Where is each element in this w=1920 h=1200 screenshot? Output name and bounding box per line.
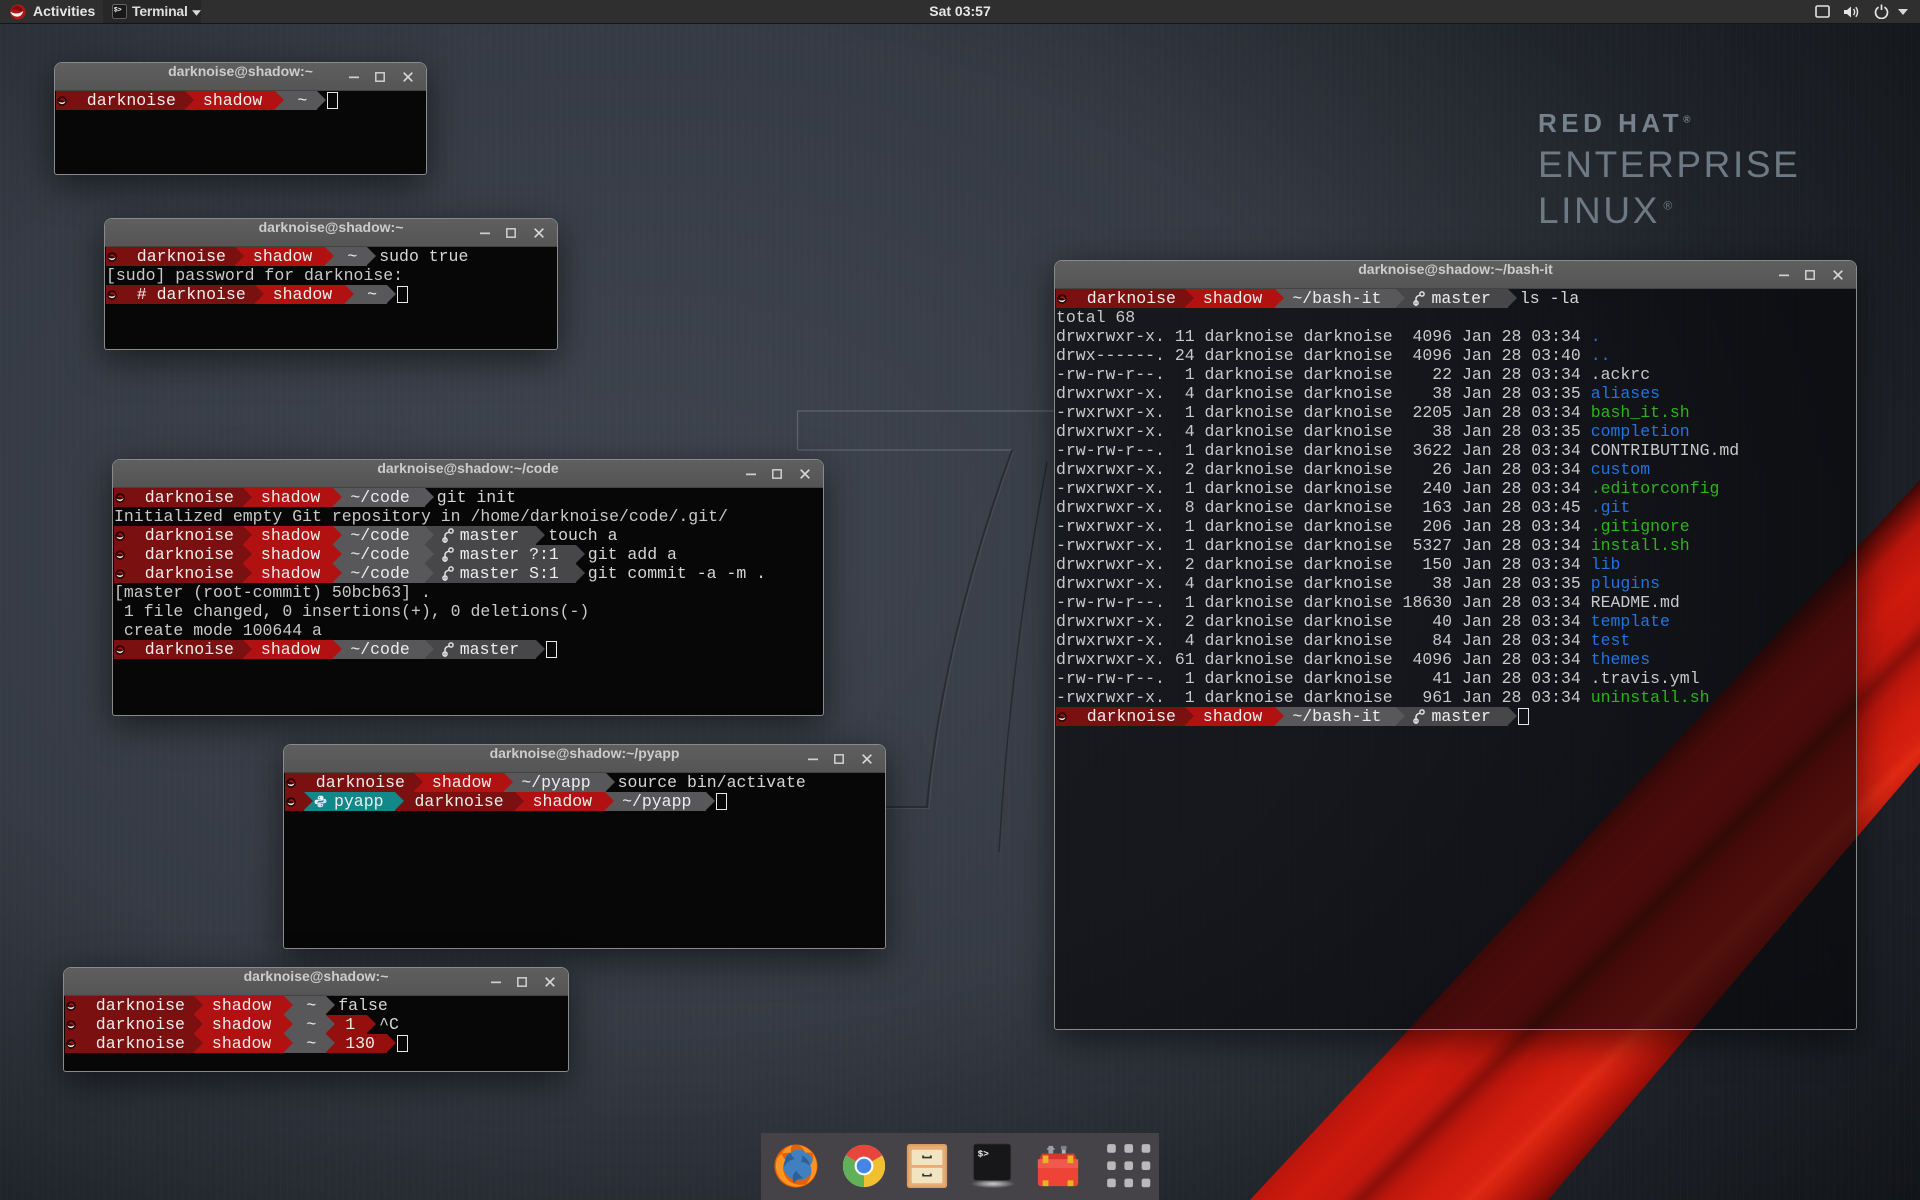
svg-text:$>: $> bbox=[978, 1149, 990, 1160]
